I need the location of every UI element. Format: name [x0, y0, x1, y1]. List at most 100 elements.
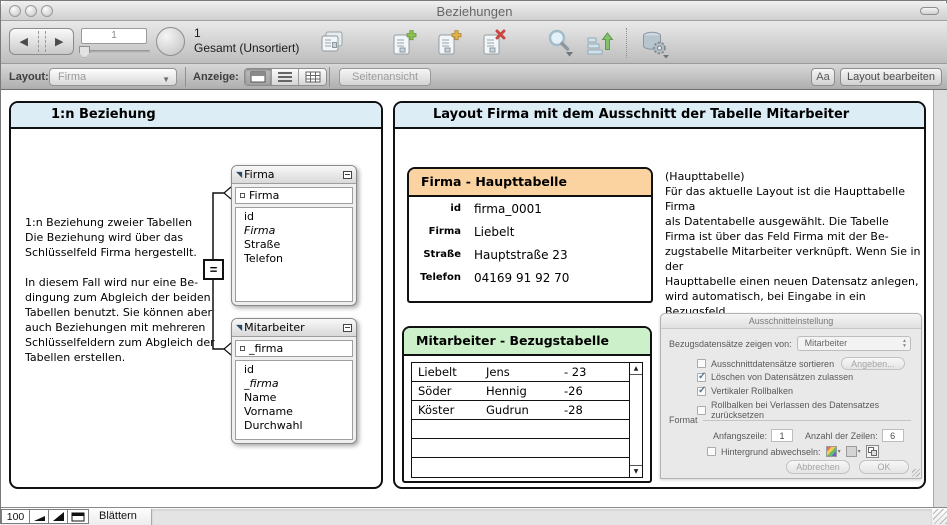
field-item[interactable]: Firma	[244, 224, 352, 238]
key-field-bullet-icon	[240, 346, 245, 351]
collapse-table-icon[interactable]	[343, 171, 352, 179]
zoom-out-icon	[33, 512, 46, 522]
found-set-pie-button[interactable]	[156, 27, 185, 56]
format-button[interactable]: Aa	[811, 68, 835, 86]
record-slider-thumb[interactable]	[79, 46, 90, 58]
toolbar-toggle-button[interactable]	[920, 7, 939, 15]
allow-delete-checkbox[interactable]: ✓	[697, 373, 706, 382]
mitarbeiter-table-diagram[interactable]: ◥ Mitarbeiter _firma id _firma Name Vorn…	[231, 318, 357, 444]
window-resize-grip[interactable]	[933, 509, 947, 524]
field-value[interactable]: 04169 91 92 70	[474, 271, 569, 285]
zoom-out-button[interactable]	[30, 509, 49, 524]
field-item[interactable]: Durchwahl	[244, 419, 352, 433]
collapse-table-icon[interactable]	[343, 324, 352, 332]
table-row[interactable]: Liebelt Jens - 23	[412, 363, 629, 382]
field-item[interactable]: Telefon	[244, 252, 352, 266]
table-row[interactable]	[412, 439, 629, 458]
copy-style-button[interactable]	[866, 445, 879, 458]
zoom-level-box[interactable]: 100	[1, 509, 30, 524]
dialog-resize-grip[interactable]	[912, 469, 920, 477]
field-row: Telefon 04169 91 92 70	[409, 266, 651, 289]
field-item[interactable]: Name	[244, 391, 352, 405]
join-operator-box[interactable]: =	[203, 259, 224, 280]
form-view-button[interactable]	[245, 69, 272, 85]
scroll-down-icon[interactable]: ▼	[630, 465, 642, 477]
firma-key-field[interactable]: Firma	[235, 187, 353, 204]
duplicate-record-icon[interactable]	[436, 29, 462, 57]
reset-scrollbar-checkbox[interactable]	[697, 406, 706, 415]
field-item[interactable]: id	[244, 363, 352, 377]
table-row[interactable]: Köster Gudrun -28	[412, 401, 629, 420]
field-value[interactable]: firma_0001	[474, 202, 542, 216]
vertical-scrollbar-checkbox[interactable]: ✓	[697, 387, 706, 396]
sort-icon[interactable]	[586, 29, 614, 57]
record-navigation-book[interactable]: ◀ ▶	[9, 28, 74, 55]
table-row[interactable]	[412, 458, 629, 477]
row-count-input[interactable]: 6	[882, 429, 904, 442]
zoom-in-button[interactable]	[49, 509, 68, 524]
scroll-up-icon[interactable]: ▲	[630, 363, 642, 375]
field-item[interactable]: id	[244, 210, 352, 224]
mitarbeiter-key-field[interactable]: _firma	[235, 340, 353, 357]
current-record-field[interactable]: 1	[81, 28, 147, 44]
haupttabelle-title: Firma - Haupttabelle	[409, 169, 651, 197]
mitarbeiter-field-list: id _firma Name Vorname Durchwahl	[235, 360, 353, 440]
manage-database-icon[interactable]	[641, 29, 671, 59]
chevron-down-icon: ▾	[858, 448, 861, 455]
mitarbeiter-table-header[interactable]: ◥ Mitarbeiter	[232, 319, 356, 337]
show-all-records-icon[interactable]	[319, 29, 346, 56]
show-from-popup[interactable]: Mitarbeiter ▲▼	[797, 336, 911, 351]
specify-button[interactable]: Angeben...	[841, 357, 905, 370]
ok-button[interactable]: OK	[859, 460, 909, 474]
start-row-input[interactable]: 1	[771, 429, 793, 442]
field-item[interactable]: _firma	[244, 377, 352, 391]
horizontal-scrollbar-track[interactable]	[151, 509, 932, 525]
cancel-button[interactable]: Abbrechen	[786, 460, 850, 474]
previous-record-icon[interactable]: ◀	[10, 35, 38, 48]
alternate-background-label: Hintergrund abwechseln:	[721, 447, 821, 457]
vertical-scrollbar-track[interactable]	[933, 90, 947, 507]
format-section-label: Format	[669, 415, 698, 425]
table-view-button[interactable]	[299, 69, 326, 85]
table-view-icon	[305, 71, 321, 83]
haupttabelle-box: Firma - Haupttabelle id firma_0001 Firma…	[407, 167, 653, 303]
cell-name	[412, 420, 486, 438]
book-spine	[38, 31, 46, 52]
right-panel-title: Layout Firma mit dem Ausschnitt der Tabe…	[395, 103, 924, 129]
cell-name: Liebelt	[412, 363, 486, 381]
portal-setup-dialog: Ausschnitteinstellung Bezugsdatensätze z…	[660, 313, 922, 479]
list-view-button[interactable]	[272, 69, 299, 85]
find-icon[interactable]	[547, 29, 574, 57]
record-slider-track[interactable]	[82, 50, 150, 53]
firma-table-header[interactable]: ◥ Firma	[232, 166, 356, 184]
next-record-icon[interactable]: ▶	[46, 35, 74, 48]
fill-pattern-swatch[interactable]	[846, 446, 857, 457]
table-row[interactable]	[412, 420, 629, 439]
sort-checkbox[interactable]	[697, 359, 706, 368]
field-value[interactable]: Liebelt	[474, 225, 514, 239]
cell-vorname	[486, 420, 564, 438]
table-row[interactable]: Söder Hennig -26	[412, 382, 629, 401]
fill-color-swatch[interactable]	[826, 446, 837, 457]
start-row-label: Anfangszeile:	[713, 431, 767, 441]
portal-scrollbar[interactable]: ▲ ▼	[629, 363, 642, 477]
firma-table-diagram[interactable]: ◥ Firma Firma id Firma Straße Telefon	[231, 165, 357, 306]
layout-popup[interactable]: Firma ▼	[49, 68, 177, 86]
edit-layout-button[interactable]: Layout bearbeiten	[840, 68, 942, 86]
format-divider	[703, 420, 911, 421]
preview-button[interactable]: Seitenansicht	[339, 68, 431, 86]
show-from-label: Bezugsdatensätze zeigen von:	[669, 339, 792, 349]
field-item[interactable]: Straße	[244, 238, 352, 252]
cell-name: Köster	[412, 401, 486, 419]
mode-popup[interactable]: Blättern	[99, 510, 137, 522]
form-view-icon	[250, 71, 266, 83]
field-item[interactable]: Vorname	[244, 405, 352, 419]
delete-record-icon[interactable]	[481, 29, 507, 57]
status-area-toggle-button[interactable]	[68, 509, 89, 524]
layoutbar-separator	[329, 67, 330, 87]
cell-vorname	[486, 439, 564, 457]
new-record-icon[interactable]	[391, 29, 417, 57]
alternate-background-checkbox[interactable]	[707, 447, 716, 456]
field-value[interactable]: Hauptstraße 23	[474, 248, 568, 262]
mitarbeiter-key-field-name: _firma	[249, 342, 283, 355]
